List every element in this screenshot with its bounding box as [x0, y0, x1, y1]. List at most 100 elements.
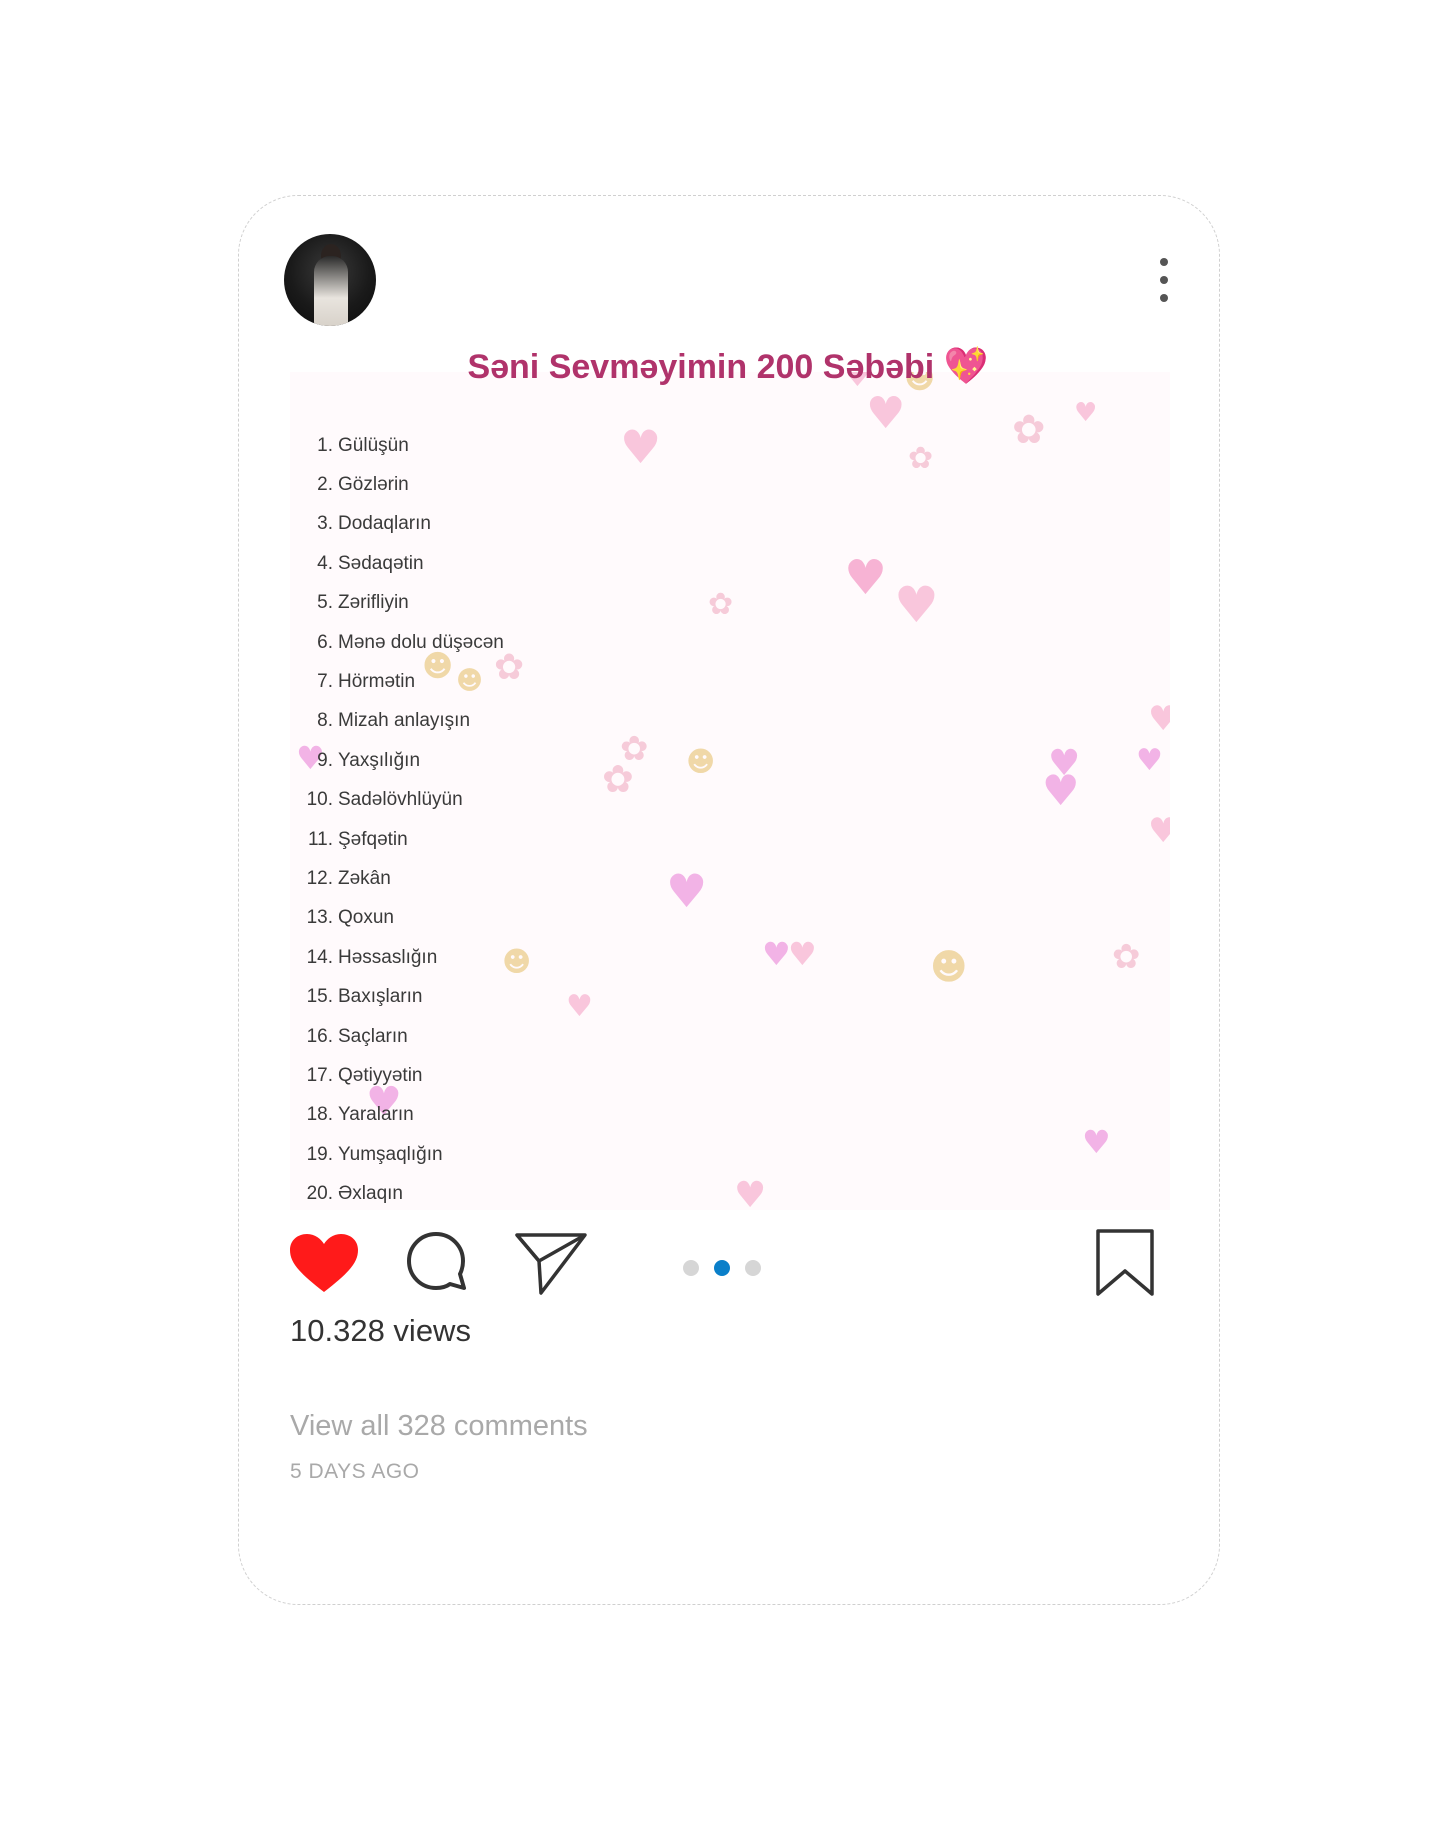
reason-number: 18. [306, 1104, 333, 1126]
reason-number: 3. [317, 513, 333, 535]
reason-number: 4. [317, 552, 333, 574]
reason-item: 5. Zərifliyin [290, 584, 790, 623]
reason-number: 17. [306, 1064, 333, 1086]
heart-icon: ♥ [1148, 811, 1170, 851]
heart-icon: ♥ [844, 550, 888, 606]
more-vertical-icon-dot [1160, 294, 1168, 302]
post-title: Səni Sevməyimin 200 Səbəbi 💖 [0, 345, 1456, 387]
reason-text: Yaraların [338, 1104, 414, 1126]
flower-icon: ✿ [908, 441, 934, 476]
reason-text: Zəkân [338, 867, 391, 889]
reason-text: Sadəlövhlüyün [338, 789, 463, 811]
carousel-dot[interactable] [745, 1260, 761, 1276]
reason-text: Gözlərin [338, 474, 409, 496]
heart-icon: ♥ [1042, 766, 1080, 815]
reason-item: 9. Yaxşılığın [290, 741, 790, 780]
comment-button[interactable] [404, 1230, 468, 1294]
reason-number: 9. [317, 749, 333, 771]
reason-number: 13. [306, 907, 333, 929]
reason-item: 11. Şəfqətin [290, 820, 790, 859]
post-timestamp: 5 DAYS AGO [290, 1460, 420, 1483]
reason-item: 17. Qətiyyətin [290, 1056, 790, 1095]
reason-item: 10. Sadəlövhlüyün [290, 781, 790, 820]
reason-text: Həssaslığın [338, 946, 438, 968]
reason-text: Mənə dolu düşəcən [338, 631, 504, 653]
post-title-text: Səni Sevməyimin 200 Səbəbi [467, 348, 935, 386]
heart-icon: ♥ [866, 388, 906, 439]
reason-item: 7. Hörmətin [290, 662, 790, 701]
reason-item: 12. Zəkân [290, 859, 790, 898]
reason-item: 3. Dodaqların [290, 505, 790, 544]
reason-number: 19. [306, 1143, 333, 1165]
paper-plane-icon [515, 1233, 587, 1295]
view-comments-link[interactable]: View all 328 comments [290, 1410, 588, 1443]
save-button[interactable] [1094, 1228, 1156, 1298]
post-image[interactable]: ♥ ♥ ♥ ☻ ✿ ♥ ✿ ♥ ♥ ✿ ☻ ☻ ✿ ♥ ✿ ✿ ☻ ♥ ♥ ♥ … [290, 372, 1170, 1210]
reason-number: 12. [306, 867, 333, 889]
flower-icon: ✿ [1112, 937, 1141, 977]
reason-number: 8. [317, 710, 333, 732]
reason-number: 7. [317, 671, 333, 693]
reason-number: 14. [306, 946, 333, 968]
reason-text: Yumşaqlığın [338, 1143, 443, 1165]
reason-item: 16. Saçların [290, 1017, 790, 1056]
reason-item: 2. Gözlərin [290, 465, 790, 504]
reasons-list: 1. Gülüşün 2. Gözlərin 3. Dodaqların 4. Sədaqət… [290, 426, 790, 1210]
reason-text: Qətiyyətin [338, 1064, 423, 1086]
reason-text: Qoxun [338, 907, 394, 929]
reason-item: 8. Mizah anlayışın [290, 702, 790, 741]
reason-number: 5. [317, 592, 333, 614]
reason-number: 2. [317, 474, 333, 496]
reason-number: 20. [306, 1183, 333, 1205]
like-button[interactable] [288, 1232, 360, 1296]
heart-icon: ♥ [894, 576, 939, 634]
reason-text: Hörmətin [338, 671, 416, 693]
more-options-button[interactable] [1156, 258, 1172, 302]
reason-text: Saçların [338, 1025, 408, 1047]
reason-item: 14. Həssaslığın [290, 938, 790, 977]
share-button[interactable] [514, 1232, 588, 1298]
reason-number: 10. [306, 789, 333, 811]
heart-icon: ♥ [1148, 699, 1170, 739]
heart-icon: ♥ [788, 935, 817, 973]
avatar-figure [314, 256, 348, 326]
reason-item: 6. Mənə dolu düşəcən [290, 623, 790, 662]
views-count: 10.328 views [290, 1313, 471, 1348]
reason-text: Sədaqətin [338, 552, 424, 574]
reason-number: 1. [317, 434, 333, 456]
more-vertical-icon-dot [1160, 258, 1168, 266]
heart-icon: ♥ [1074, 398, 1098, 428]
reason-item: 18. Yaraların [290, 1096, 790, 1135]
carousel-dot-active[interactable] [714, 1260, 730, 1276]
bookmark-icon [1096, 1229, 1154, 1296]
reason-text: Şəfqətin [338, 828, 408, 850]
reason-item: 15. Baxışların [290, 977, 790, 1016]
reason-item: 13. Qoxun [290, 899, 790, 938]
reason-item: 20. Əxlaqın [290, 1174, 790, 1210]
reason-item: 1. Gülüşün [290, 426, 790, 465]
reason-text: Yaxşılığın [338, 749, 421, 771]
reason-item: 4. Sədaqətin [290, 544, 790, 583]
heart-icon: ♥ [1082, 1123, 1111, 1161]
reason-number: 15. [306, 986, 333, 1008]
cat-face-icon: ☻ [930, 947, 968, 988]
comment-bubble-icon [407, 1232, 466, 1290]
heart-icon [290, 1234, 358, 1292]
reason-text: Gülüşün [338, 434, 409, 456]
reason-text: Dodaqların [338, 513, 431, 535]
reason-number: 16. [306, 1025, 333, 1047]
heart-icon: ♥ [1136, 743, 1163, 778]
more-vertical-icon-dot [1160, 276, 1168, 284]
reason-text: Mizah anlayışın [338, 710, 471, 732]
carousel-dot[interactable] [683, 1260, 699, 1276]
reason-number: 11. [307, 828, 333, 850]
avatar[interactable] [284, 234, 376, 326]
reason-text: Zərifliyin [338, 592, 409, 614]
flower-icon: ✿ [1012, 407, 1046, 453]
reason-item: 19. Yumşaqlığın [290, 1135, 790, 1174]
reason-text: Əxlaqın [338, 1183, 403, 1205]
carousel-indicator [683, 1260, 761, 1276]
reason-number: 6. [317, 631, 333, 653]
reason-text: Baxışların [338, 986, 423, 1008]
sparkling-heart-icon: 💖 [943, 345, 989, 386]
